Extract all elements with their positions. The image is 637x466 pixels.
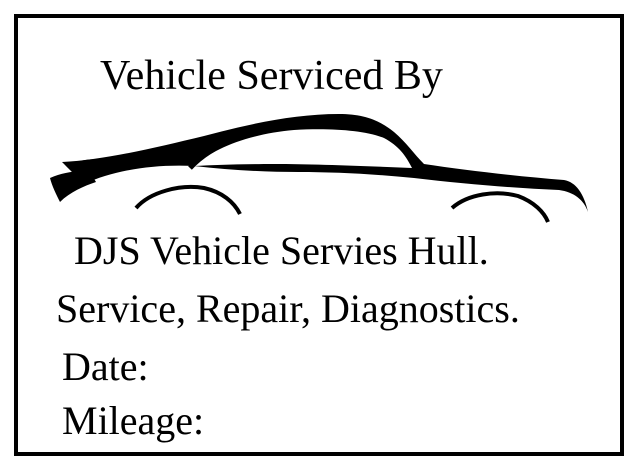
label-heading: Vehicle Serviced By: [100, 53, 443, 99]
service-label-card: Vehicle Serviced By DJS Vehicle Servies …: [14, 14, 624, 456]
date-label: Date:: [62, 344, 149, 389]
car-silhouette-icon: [50, 114, 588, 223]
company-name: DJS Vehicle Servies Hull.: [74, 228, 489, 273]
mileage-label: Mileage:: [62, 398, 205, 443]
services-list: Service, Repair, Diagnostics.: [56, 286, 520, 331]
